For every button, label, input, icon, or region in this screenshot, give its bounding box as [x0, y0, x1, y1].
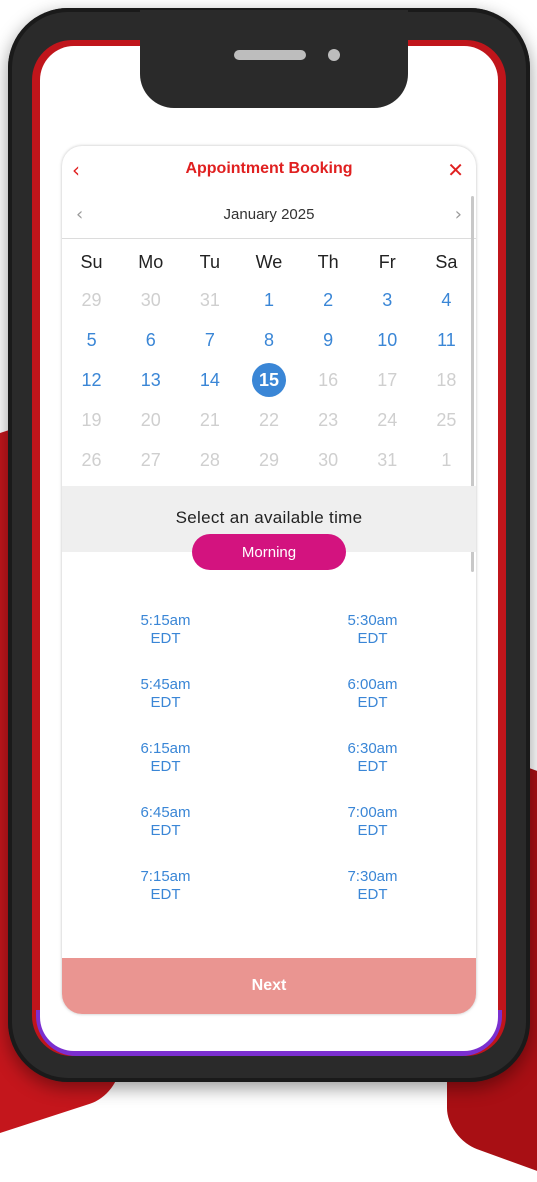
- time-slot[interactable]: 6:15am EDT: [62, 740, 269, 776]
- calendar-day: 30: [318, 449, 339, 470]
- time-slot-zone: EDT: [357, 694, 388, 711]
- divider: [62, 238, 476, 239]
- card-header: ‹ Appointment Booking ✕: [62, 146, 476, 194]
- weekday-header: We: [255, 251, 283, 272]
- time-slot[interactable]: 7:00am EDT: [269, 804, 476, 840]
- time-slot-zone: EDT: [357, 886, 388, 903]
- calendar-day[interactable]: 3: [358, 280, 417, 320]
- calendar-day: 23: [318, 409, 339, 430]
- calendar-day[interactable]: 5: [62, 320, 121, 360]
- time-slot-zone: EDT: [150, 694, 181, 711]
- time-slot-time: 6:00am: [347, 676, 398, 693]
- calendar-day: 31: [199, 289, 220, 310]
- time-slot-zone: EDT: [150, 822, 181, 839]
- month-navigation: ‹ January 2025 ›: [62, 200, 476, 234]
- calendar-day[interactable]: 4: [417, 280, 476, 320]
- time-slot-time: 6:15am: [140, 740, 191, 757]
- month-label: January 2025: [223, 206, 315, 223]
- calendar-day[interactable]: 12: [62, 360, 121, 400]
- selected-day-marker[interactable]: 15: [251, 363, 286, 397]
- calendar-day: 27: [140, 449, 161, 470]
- calendar-day[interactable]: 8: [239, 320, 298, 360]
- speaker-grille: [234, 50, 306, 60]
- time-slot[interactable]: 7:30am EDT: [269, 868, 476, 904]
- calendar-day[interactable]: 13: [121, 360, 180, 400]
- time-slot-zone: EDT: [150, 758, 181, 775]
- period-selector-button[interactable]: Morning: [192, 534, 346, 570]
- calendar-day[interactable]: 11: [417, 320, 476, 360]
- calendar-day[interactable]: 10: [358, 320, 417, 360]
- time-slot-zone: EDT: [357, 758, 388, 775]
- calendar-day: 30: [140, 289, 161, 310]
- calendar-day: 28: [199, 449, 220, 470]
- time-slot[interactable]: 6:00am EDT: [269, 676, 476, 712]
- weekday-header: Tu: [199, 251, 221, 272]
- time-prompt: Select an available time: [175, 508, 363, 527]
- close-icon[interactable]: ✕: [447, 158, 464, 182]
- time-slot[interactable]: 6:45am EDT: [62, 804, 269, 840]
- time-slot-time: 7:00am: [347, 804, 398, 821]
- calendar-day: 16: [318, 369, 339, 390]
- calendar-day: 1: [441, 449, 452, 470]
- weekday-header: Su: [80, 251, 103, 272]
- time-slot[interactable]: 6:30am EDT: [269, 740, 476, 776]
- time-slot-zone: EDT: [357, 822, 388, 839]
- time-slot[interactable]: 5:15am EDT: [62, 612, 269, 648]
- time-slot-list: 5:15am EDT 5:30am EDT 5:45am EDT 6:00am EDT 6:15…: [62, 612, 476, 904]
- calendar-day: 24: [377, 409, 398, 430]
- time-slot-time: 7:30am: [347, 868, 398, 885]
- front-camera-icon: [328, 49, 340, 61]
- calendar-day: 29: [81, 289, 102, 310]
- calendar-day: 22: [258, 409, 279, 430]
- time-slot-time: 5:45am: [140, 676, 191, 693]
- calendar-day: 18: [436, 369, 457, 390]
- calendar-day: 19: [81, 409, 102, 430]
- calendar-day[interactable]: 7: [180, 320, 239, 360]
- time-slot[interactable]: 7:15am EDT: [62, 868, 269, 904]
- time-slot[interactable]: 5:45am EDT: [62, 676, 269, 712]
- time-slot-zone: EDT: [150, 886, 181, 903]
- time-slot-time: 5:15am: [140, 612, 191, 629]
- page-title: Appointment Booking: [185, 160, 353, 177]
- weekday-header: Th: [317, 251, 339, 272]
- calendar-day[interactable]: 6: [121, 320, 180, 360]
- weekday-header: Sa: [435, 251, 458, 272]
- calendar-day: 21: [199, 409, 220, 430]
- time-slot-time: 6:45am: [140, 804, 191, 821]
- next-button[interactable]: Next: [62, 958, 476, 1014]
- weekday-header: Mo: [138, 251, 164, 272]
- calendar-day: 20: [140, 409, 161, 430]
- time-slot-time: 5:30am: [347, 612, 398, 629]
- calendar-day: 25: [436, 409, 457, 430]
- time-slot-zone: EDT: [357, 630, 388, 647]
- time-slot-time: 6:30am: [347, 740, 398, 757]
- calendar-day[interactable]: 14: [180, 360, 239, 400]
- calendar-day: 17: [377, 369, 398, 390]
- calendar-grid: Su Mo Tu We Th Fr Sa 29 30 31 1 2 3 4 5 6 7 8 9 10 11 12 13 14 1…: [62, 244, 476, 480]
- calendar-day-selected[interactable]: 15: [239, 360, 298, 400]
- time-slot-time: 7:15am: [140, 868, 191, 885]
- weekday-header: Fr: [378, 251, 396, 272]
- calendar-day: 31: [377, 449, 398, 470]
- next-month-icon[interactable]: ›: [455, 204, 462, 225]
- calendar-day: 26: [81, 449, 102, 470]
- time-slot[interactable]: 5:30am EDT: [269, 612, 476, 648]
- calendar-day: 29: [258, 449, 279, 470]
- booking-card: ‹ Appointment Booking ✕ ‹ January 2025 ›…: [62, 146, 476, 1014]
- time-slot-zone: EDT: [150, 630, 181, 647]
- calendar-day[interactable]: 9: [299, 320, 358, 360]
- calendar-day[interactable]: 1: [239, 280, 298, 320]
- calendar-day[interactable]: 2: [299, 280, 358, 320]
